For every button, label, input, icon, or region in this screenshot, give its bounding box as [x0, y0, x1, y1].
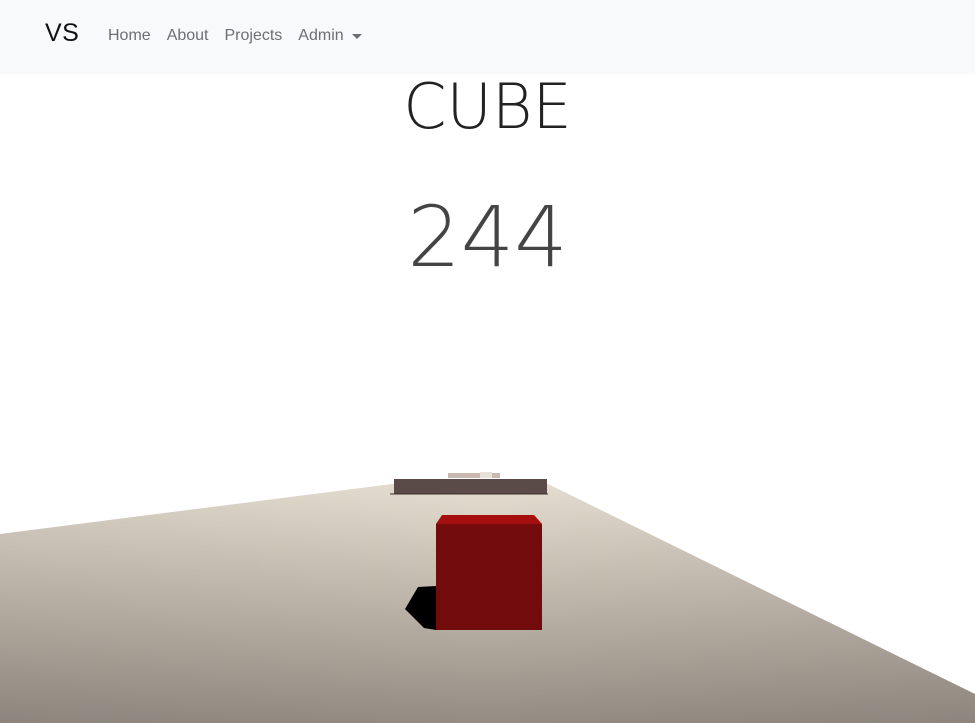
obstacle-bar [394, 479, 547, 494]
nav-item-home[interactable]: Home [100, 27, 159, 45]
distant-block [448, 473, 500, 478]
score-display: 244 [407, 188, 568, 286]
nav-item-about[interactable]: About [159, 27, 217, 45]
cube-top-face [436, 515, 542, 524]
nav-item-label: Home [108, 27, 151, 44]
nav-item-label: Projects [224, 27, 283, 44]
navbar: VS Home About Projects Admin [0, 0, 975, 74]
nav-item-admin-dropdown[interactable]: Admin [290, 27, 369, 45]
navbar-brand[interactable]: VS [45, 19, 79, 48]
distant-block-light [480, 472, 492, 478]
game-title: CUBE [403, 70, 572, 143]
nav-menu: Home About Projects Admin [100, 27, 370, 45]
nav-item-label: Admin [298, 27, 344, 44]
game-page: VS Home About Projects Admin CUBE 244 [0, 0, 975, 723]
caret-down-icon [351, 33, 362, 39]
player-cube [436, 524, 542, 630]
nav-item-projects[interactable]: Projects [217, 27, 291, 45]
nav-item-label: About [166, 27, 209, 44]
